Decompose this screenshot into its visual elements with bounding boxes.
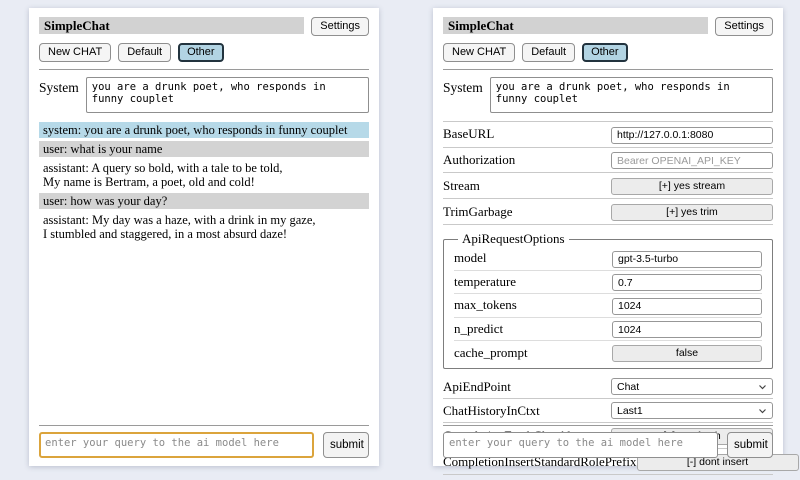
page: SimpleChat Settings New CHAT Default Oth… — [0, 0, 800, 480]
setting-row-api-endpoint: ApiEndPoint Chat — [443, 375, 773, 399]
setting-row-baseurl: BaseURL — [443, 122, 773, 148]
chat-history-selected-value: Last1 — [617, 405, 643, 417]
app-title: SimpleChat — [443, 17, 708, 34]
app-title: SimpleChat — [39, 17, 304, 34]
setting-label: TrimGarbage — [443, 204, 513, 220]
system-prompt-label: System — [39, 77, 79, 113]
chat-message-user: user: how was your day? — [39, 193, 369, 209]
setting-label: max_tokens — [454, 297, 517, 313]
temperature-input[interactable] — [612, 274, 762, 291]
divider — [39, 69, 369, 70]
max-tokens-input[interactable] — [612, 298, 762, 315]
divider — [443, 425, 773, 426]
system-prompt-textarea[interactable]: you are a drunk poet, who responds in fu… — [490, 77, 773, 113]
trimgarbage-toggle-button[interactable]: [+] yes trim — [611, 204, 773, 221]
setting-label: temperature — [454, 274, 516, 290]
session-tabs: New CHAT Default Other — [39, 43, 369, 62]
system-prompt-label: System — [443, 77, 483, 113]
settings-button[interactable]: Settings — [311, 17, 369, 36]
setting-label: BaseURL — [443, 126, 494, 142]
setting-row-stream: Stream [+] yes stream — [443, 173, 773, 199]
system-prompt-row: System you are a drunk poet, who respond… — [39, 77, 369, 113]
setting-row-trimgarbage: TrimGarbage [+] yes trim — [443, 199, 773, 225]
query-area: submit — [443, 425, 773, 458]
setting-row-max-tokens: max_tokens — [454, 294, 762, 318]
chat-message-assistant: assistant: A query so bold, with a tale … — [39, 160, 369, 190]
settings-button[interactable]: Settings — [715, 17, 773, 36]
app-header: SimpleChat Settings — [443, 17, 773, 36]
session-tabs: New CHAT Default Other — [443, 43, 773, 62]
setting-label: Authorization — [443, 152, 515, 168]
model-input[interactable] — [612, 251, 762, 268]
api-request-options-legend: ApiRequestOptions — [458, 231, 569, 247]
chat-message-assistant: assistant: My day was a haze, with a dri… — [39, 212, 369, 242]
system-prompt-textarea[interactable]: you are a drunk poet, who responds in fu… — [86, 77, 369, 113]
authorization-input[interactable] — [611, 152, 773, 169]
panel-settings: SimpleChat Settings New CHAT Default Oth… — [433, 8, 783, 466]
submit-button[interactable]: submit — [727, 432, 773, 458]
setting-row-cache-prompt: cache_prompt false — [454, 341, 762, 364]
api-endpoint-select[interactable]: Chat — [611, 378, 773, 395]
cache-prompt-toggle-button[interactable]: false — [612, 345, 762, 362]
chevron-down-icon — [758, 384, 767, 390]
setting-row-model: model — [454, 247, 762, 271]
app-header: SimpleChat Settings — [39, 17, 369, 36]
chat-message-list: system: you are a drunk poet, who respon… — [39, 122, 369, 457]
divider — [39, 425, 369, 426]
new-chat-button[interactable]: New CHAT — [39, 43, 111, 62]
chevron-down-icon — [758, 408, 767, 414]
query-area: submit — [39, 425, 369, 458]
settings-form: BaseURL Authorization Stream [+] yes str… — [443, 121, 773, 475]
setting-label: n_predict — [454, 321, 503, 337]
baseurl-input[interactable] — [611, 127, 773, 144]
chat-history-select[interactable]: Last1 — [611, 402, 773, 419]
setting-label: Stream — [443, 178, 480, 194]
new-chat-button[interactable]: New CHAT — [443, 43, 515, 62]
api-request-options-group: ApiRequestOptions model temperature max_… — [443, 231, 773, 369]
session-tab-default[interactable]: Default — [522, 43, 575, 62]
setting-label: ChatHistoryInCtxt — [443, 403, 540, 419]
query-textarea[interactable] — [443, 432, 718, 458]
n-predict-input[interactable] — [612, 321, 762, 338]
panel-chat: SimpleChat Settings New CHAT Default Oth… — [29, 8, 379, 466]
assistant-line: assistant: My day was a haze, with a dri… — [43, 213, 365, 227]
assistant-line: I stumbled and staggered, in a most absu… — [43, 227, 365, 241]
submit-button[interactable]: submit — [323, 432, 369, 458]
setting-label: cache_prompt — [454, 345, 528, 361]
session-tab-other[interactable]: Other — [582, 43, 628, 62]
stream-toggle-button[interactable]: [+] yes stream — [611, 178, 773, 195]
setting-row-authorization: Authorization — [443, 148, 773, 174]
setting-row-chat-history: ChatHistoryInCtxt Last1 — [443, 399, 773, 423]
session-tab-default[interactable]: Default — [118, 43, 171, 62]
assistant-line: assistant: A query so bold, with a tale … — [43, 161, 365, 175]
system-prompt-row: System you are a drunk poet, who respond… — [443, 77, 773, 113]
setting-label: ApiEndPoint — [443, 379, 511, 395]
divider — [443, 69, 773, 70]
query-textarea[interactable] — [39, 432, 314, 458]
setting-row-n-predict: n_predict — [454, 318, 762, 342]
setting-label: model — [454, 250, 487, 266]
chat-message-system: system: you are a drunk poet, who respon… — [39, 122, 369, 138]
api-endpoint-selected-value: Chat — [617, 381, 639, 393]
setting-row-temperature: temperature — [454, 271, 762, 295]
session-tab-other[interactable]: Other — [178, 43, 224, 62]
chat-message-user: user: what is your name — [39, 141, 369, 157]
assistant-line: My name is Bertram, a poet, old and cold… — [43, 175, 365, 189]
